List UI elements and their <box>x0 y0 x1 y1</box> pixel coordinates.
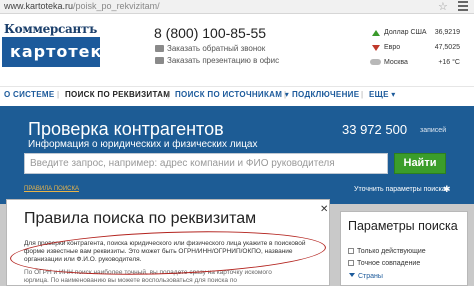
only-active-checkbox[interactable]: Только действующие <box>348 248 426 255</box>
callback-label: Заказать обратный звонок <box>167 44 266 53</box>
ticker-weather: Москва +16 °C <box>370 59 474 69</box>
url-host: www.kartoteka.ru <box>4 1 74 11</box>
ticker-name: Москва <box>384 59 408 66</box>
refine-search-link[interactable]: Уточнить параметры поиска <box>354 186 446 193</box>
browser-address-bar[interactable]: www.kartoteka.ru/poisk_po_rekvizitam/ ☆ <box>0 0 474 14</box>
rules-title: Правила поиска по реквизитам <box>24 210 257 227</box>
ticker-value: +16 °C <box>438 59 460 66</box>
arrow-down-icon <box>372 45 380 51</box>
params-title: Параметры поиска <box>348 219 458 233</box>
ticker-usd: Доллар США 36,9219 <box>370 29 474 39</box>
logo-kartoteka[interactable]: картотека <box>2 37 113 67</box>
exact-match-checkbox[interactable]: Точное совпадение <box>348 260 420 267</box>
main-nav: О СИСТЕМЕ | ПОИСК ПО РЕКВИЗИТАМ | ПОИСК … <box>0 86 474 102</box>
cloud-icon <box>370 59 381 65</box>
nav-search-sources[interactable]: ПОИСК ПО ИСТОЧНИКАМ ▾ <box>175 90 289 99</box>
hero-title: Проверка контрагентов <box>28 119 224 139</box>
logo-kartoteka-text: картотека <box>10 42 115 61</box>
ticker-value: 47,5025 <box>434 44 460 51</box>
countries-toggle[interactable]: Страны <box>349 273 383 280</box>
nav-search-requisites[interactable]: ПОИСК ПО РЕКВИЗИТАМ <box>65 90 170 99</box>
browser-menu-icon[interactable] <box>458 1 468 11</box>
nav-connect[interactable]: ПОДКЛЮЧЕНИЕ <box>292 90 359 99</box>
checkbox-icon[interactable] <box>348 248 354 254</box>
ticker-eur: Евро 47,5025 <box>370 44 474 54</box>
url-text[interactable]: www.kartoteka.ru/poisk_po_rekvizitam/ <box>4 1 160 11</box>
presentation-link[interactable]: Заказать презентацию в офис <box>155 56 279 65</box>
ticker-name: Евро <box>384 44 401 51</box>
checkbox-label: Только действующие <box>357 248 426 255</box>
phone-icon <box>155 45 164 52</box>
nav-separator: | <box>57 90 60 99</box>
phone-number: 8 (800) 100-85-55 <box>154 25 267 41</box>
search-rules-link[interactable]: ПРАВИЛА ПОИСКА <box>24 186 79 192</box>
nav-about[interactable]: О СИСТЕМЕ <box>4 90 54 99</box>
gear-icon[interactable]: ✱ <box>443 184 451 195</box>
checkbox-label: Точное совпадение <box>357 260 421 267</box>
search-input[interactable]: Введите запрос, например: адрес компании… <box>24 153 388 174</box>
presentation-label: Заказать презентацию в офис <box>167 56 280 65</box>
hero-subtitle: Информация о юридических и физических ли… <box>28 139 258 150</box>
nav-more[interactable]: ЕЩЕ ▾ <box>369 90 396 99</box>
records-count: 33 972 500 <box>342 122 408 137</box>
ticker-value: 36,9219 <box>434 29 460 36</box>
ticker-name: Доллар США <box>384 29 427 36</box>
bookmark-star-icon[interactable]: ☆ <box>438 0 448 13</box>
close-icon[interactable]: ✕ <box>320 204 328 215</box>
rules-text-line: юрлица. По наименованию вы можете воспол… <box>24 277 237 284</box>
nav-separator: | <box>361 90 364 99</box>
nav-separator: | <box>284 90 287 99</box>
url-path: /poisk_po_rekvizitam/ <box>73 1 160 11</box>
find-button[interactable]: Найти <box>394 153 446 174</box>
briefcase-icon <box>155 57 164 64</box>
callback-link[interactable]: Заказать обратный звонок <box>155 44 265 53</box>
logo-kommersant[interactable]: Коммерсантъ <box>4 22 97 36</box>
nav-separator: | <box>167 90 170 99</box>
countries-label: Страны <box>358 273 383 280</box>
arrow-up-icon <box>372 30 380 36</box>
checkbox-icon[interactable] <box>348 260 354 266</box>
records-count-unit: записей <box>420 127 447 134</box>
triangle-down-icon <box>349 273 355 277</box>
